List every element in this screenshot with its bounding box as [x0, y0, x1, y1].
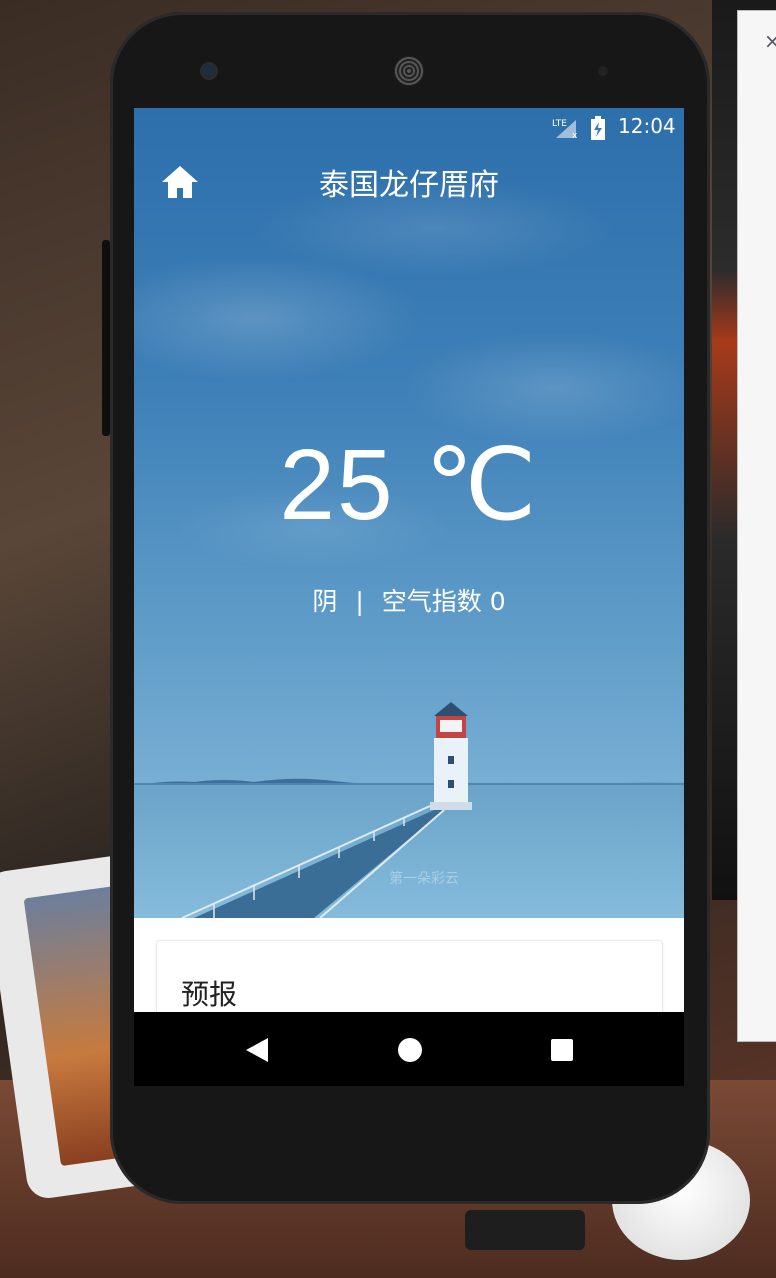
- front-camera: [202, 64, 216, 78]
- background-drive: [465, 1210, 585, 1250]
- battery-charging-icon: [591, 116, 605, 140]
- back-icon[interactable]: [244, 1036, 270, 1064]
- earpiece-speaker: [394, 56, 424, 86]
- image-watermark: 第一朵彩云: [389, 871, 459, 887]
- info-separator: |: [355, 587, 364, 616]
- close-icon: ×: [764, 29, 776, 53]
- home-circle-icon[interactable]: [396, 1036, 424, 1064]
- proximity-sensor: [598, 66, 608, 76]
- recent-apps-icon[interactable]: [550, 1038, 574, 1062]
- navigation-bar: [134, 1012, 684, 1086]
- weather-info-line: 阴 | 空气指数 0: [194, 582, 624, 618]
- status-time: 12:04: [618, 114, 676, 138]
- forecast-title: 预报: [181, 978, 238, 1011]
- city-title: 泰国龙仔厝府: [319, 168, 499, 203]
- background-window: ×: [737, 10, 776, 1042]
- status-bar: LTE x 12:04: [134, 108, 684, 148]
- weather-hero: LTE x 12:04 泰国龙仔厝府 25 ℃ 阴 | 空气指数 0 第一朵彩云: [134, 108, 684, 918]
- lte-signal-icon: LTE x: [552, 119, 578, 138]
- svg-text:LTE: LTE: [552, 119, 567, 129]
- svg-text:x: x: [572, 131, 578, 138]
- weather-condition: 阴: [312, 587, 338, 616]
- home-icon[interactable]: [160, 162, 200, 202]
- temperature-display: 25 ℃: [279, 429, 539, 541]
- air-quality-index: 空气指数 0: [381, 587, 506, 616]
- phone-side-button: [102, 240, 110, 436]
- photo-scene: × LTE x 12:04 泰国龙仔厝府 25 ℃ 阴 | 空气指数 0 第一朵…: [0, 0, 776, 1278]
- phone-screen: LTE x 12:04 泰国龙仔厝府 25 ℃ 阴 | 空气指数 0 第一朵彩云: [134, 108, 684, 1086]
